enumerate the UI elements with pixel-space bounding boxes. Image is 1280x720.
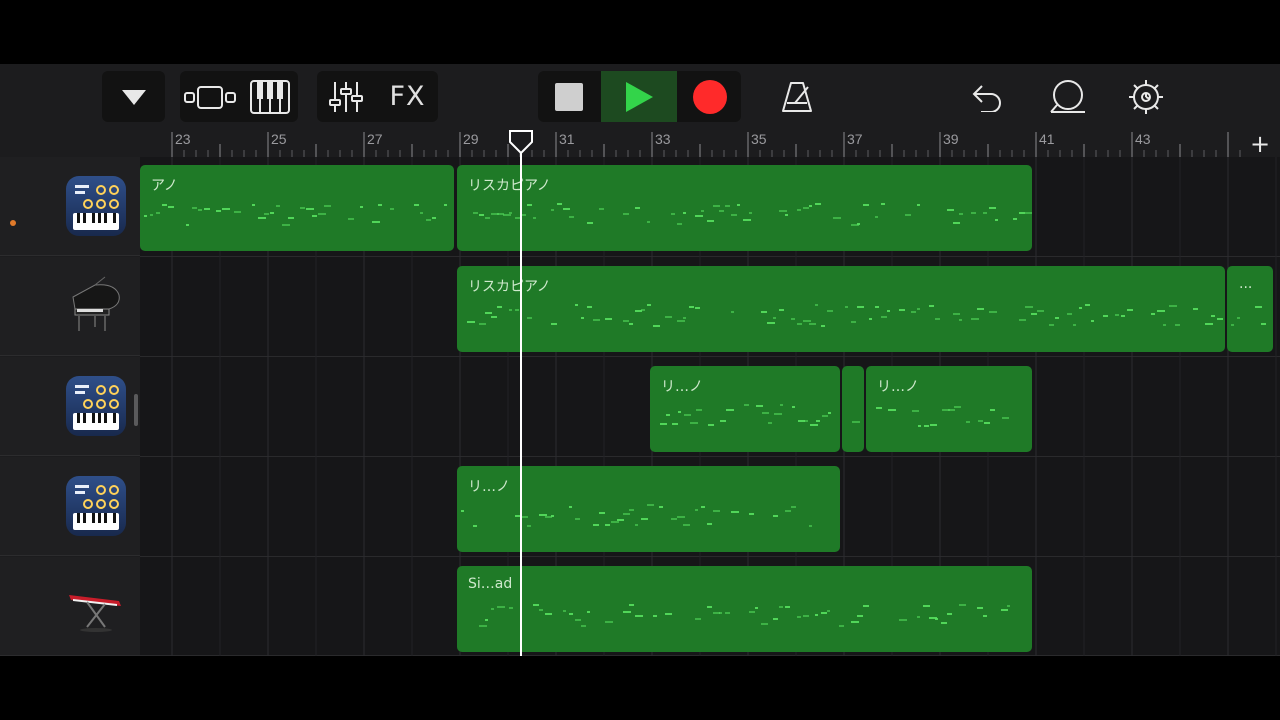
alchemy-synth-icon [66, 176, 126, 236]
loop-icon [1050, 79, 1085, 113]
track-lane-5[interactable]: Si…ad [140, 557, 1280, 656]
ruler-bar-number: 27 [367, 131, 383, 147]
play-icon-wrap [601, 71, 677, 122]
midi-region[interactable]: リ…ノ [457, 466, 840, 552]
garageband-tracks-view: FX 23 25 27 29 31 33 35 37 39 41 43 + アノ… [0, 64, 1280, 656]
metronome-button[interactable] [770, 71, 824, 122]
region-name: リ…ノ [877, 379, 919, 395]
ruler-bar-number: 37 [847, 131, 863, 147]
tracks-area: アノ リスカピアノ リスカピアノ ... リ…ノ リ…ノ リ…ノ Si…ad [0, 157, 1280, 656]
region-name: リ…ノ [468, 479, 510, 495]
region-notes [461, 504, 812, 527]
region-name: リ…ノ [661, 379, 703, 395]
region-notes [852, 421, 860, 423]
ruler-bar-number: 31 [559, 131, 575, 147]
track-lane-1[interactable]: アノ リスカピアノ [140, 157, 1280, 257]
tracks-view-icon [184, 85, 236, 109]
track-header-4[interactable] [0, 457, 140, 556]
track-lane-2[interactable]: リスカピアノ ... [140, 257, 1280, 357]
midi-region[interactable]: アノ [140, 165, 454, 251]
undo-button[interactable] [960, 71, 1016, 122]
red-keyboard-icon [69, 595, 121, 632]
loop-browser-button[interactable] [1040, 71, 1096, 122]
midi-region[interactable]: Si…ad [457, 566, 1032, 652]
track-header-2[interactable] [0, 257, 140, 356]
selected-track-dot [10, 220, 16, 226]
playhead-handle[interactable] [508, 130, 534, 154]
track-lane-3[interactable]: リ…ノ リ…ノ [140, 357, 1280, 457]
metronome-icon [782, 81, 812, 112]
browser-group [102, 71, 165, 122]
sliders-icon [329, 81, 363, 112]
ruler-bar-number: 43 [1135, 131, 1151, 147]
piano-keys-icon [250, 79, 290, 114]
tracks-view-button[interactable] [180, 71, 240, 122]
view-group [180, 71, 298, 122]
play-icon [626, 81, 653, 112]
region-notes [144, 204, 447, 226]
alchemy-synth-icon [66, 476, 126, 536]
ruler-bar-number: 39 [943, 131, 959, 147]
midi-region[interactable]: リ…ノ [866, 366, 1032, 452]
stop-button[interactable] [538, 71, 600, 122]
ruler-bar-number: 23 [175, 131, 191, 147]
track-header-3[interactable] [0, 357, 140, 456]
grand-piano-icon [72, 276, 120, 331]
track-header-5[interactable] [0, 557, 140, 656]
region-notes [479, 604, 1010, 627]
triangle-down-icon [121, 89, 146, 105]
ruler-bar-number: 33 [655, 131, 671, 147]
record-icon [693, 79, 727, 114]
gear-icon [1129, 79, 1163, 114]
transport-group [538, 71, 741, 122]
ruler-bar-number: 41 [1039, 131, 1055, 147]
undo-arrow-icon [972, 84, 1001, 112]
track-lane-4[interactable]: リ…ノ [140, 457, 1280, 557]
region-name: リスカピアノ [468, 279, 551, 295]
region-name: Si…ad [468, 576, 513, 592]
midi-region[interactable]: ... [1227, 266, 1273, 352]
timeline-ruler[interactable]: 23 25 27 29 31 33 35 37 39 41 43 [140, 130, 1280, 157]
record-button[interactable] [679, 71, 741, 122]
ruler-bar-number: 29 [463, 131, 479, 147]
track-header-1[interactable] [0, 157, 140, 256]
alchemy-synth-icon [66, 376, 126, 436]
midi-region[interactable]: リ…ノ [650, 366, 840, 452]
ruler-bar-number: 25 [271, 131, 287, 147]
browser-dropdown-button[interactable] [102, 71, 165, 122]
fx-label: FX [389, 81, 426, 112]
keyboard-button[interactable] [242, 71, 298, 122]
region-name: アノ [151, 178, 178, 194]
stop-icon [555, 82, 583, 111]
midi-region[interactable]: リスカピアノ [457, 266, 1225, 352]
control-bar: FX [0, 64, 1280, 130]
scroll-indicator [134, 394, 138, 426]
mix-group: FX [317, 71, 438, 122]
add-section-button[interactable]: + [1240, 130, 1280, 158]
region-name: ... [1239, 276, 1253, 292]
mixer-button[interactable] [317, 71, 375, 122]
midi-region[interactable]: リスカピアノ [457, 165, 1032, 251]
midi-region[interactable] [842, 366, 864, 452]
region-name: リスカピアノ [468, 178, 551, 194]
region-notes [467, 304, 1223, 327]
fx-button[interactable]: FX [377, 71, 438, 122]
playhead-line [520, 146, 522, 656]
ruler-bar-number: 35 [751, 131, 767, 147]
settings-button[interactable] [1118, 71, 1174, 122]
play-button[interactable] [601, 71, 677, 122]
